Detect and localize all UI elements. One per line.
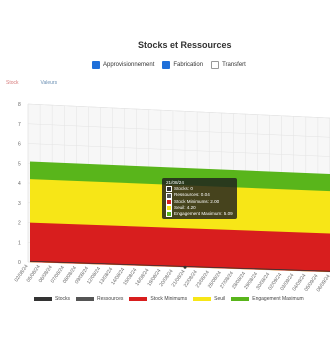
y-tick-label: 0 bbox=[18, 260, 21, 266]
tooltip-swatch bbox=[166, 211, 172, 218]
legend-label: Ressources bbox=[97, 296, 124, 302]
legend-swatch bbox=[34, 297, 52, 301]
tooltip-row: Engagement Maximum: 5.09 bbox=[166, 211, 233, 218]
legend-swatch bbox=[129, 297, 148, 301]
y-tick-label: 1 bbox=[18, 240, 21, 246]
y-tick-label: 8 bbox=[18, 102, 21, 108]
y-tick-label: 6 bbox=[18, 142, 21, 148]
legend-swatch bbox=[193, 297, 212, 301]
y-tick-label: 5 bbox=[18, 161, 21, 167]
y-tick-label: 7 bbox=[18, 122, 21, 128]
legend-swatch bbox=[231, 297, 250, 301]
chart-tooltip: 21/08/24 Stocks: 0 Ressources: 0.04 Stock … bbox=[162, 178, 237, 220]
y-tick-label: 4 bbox=[18, 181, 21, 187]
legend-label: Seuil bbox=[214, 296, 226, 302]
legend-item[interactable]: Ressources bbox=[76, 296, 123, 302]
tooltip-swatch bbox=[166, 192, 172, 199]
legend-label: Engagement Maximum bbox=[252, 296, 304, 302]
legend-item[interactable]: Seuil bbox=[193, 296, 225, 302]
y-tick-label: 3 bbox=[18, 201, 21, 207]
legend-item[interactable]: Engagement Maximum bbox=[231, 296, 304, 302]
chart-screenshot: Stocks et Ressources Approvisionnement F… bbox=[0, 0, 330, 349]
tooltip-swatch bbox=[166, 198, 172, 205]
legend-swatch bbox=[76, 297, 95, 301]
tooltip-label: Engagement Maximum: 5.09 bbox=[174, 211, 233, 217]
legend-label: Stocks bbox=[55, 296, 71, 302]
tooltip-swatch bbox=[166, 204, 172, 211]
chart-legend: Stocks Ressources Stock Minimums Seuil Engag… bbox=[34, 296, 304, 302]
hover-point bbox=[183, 265, 187, 269]
tooltip-swatch bbox=[166, 186, 172, 193]
legend-item[interactable]: Stocks bbox=[34, 296, 70, 302]
y-tick-label: 2 bbox=[18, 221, 21, 227]
legend-label: Stock Minimums bbox=[150, 296, 188, 302]
legend-item[interactable]: Stock Minimums bbox=[129, 296, 187, 302]
